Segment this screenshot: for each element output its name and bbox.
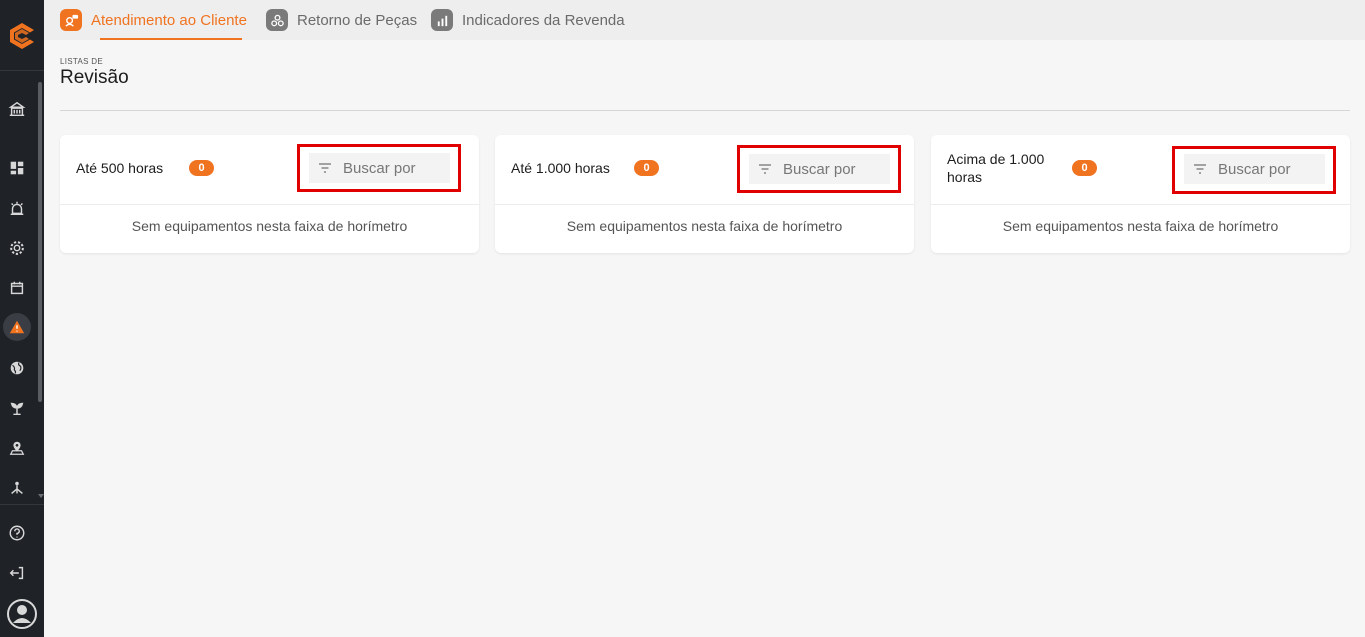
card-header: Acima de 1.000 horas 0 [931, 135, 1350, 205]
sidebar-scrollbar[interactable] [38, 82, 42, 402]
customer-service-icon [60, 9, 82, 31]
search-input[interactable] [783, 160, 883, 178]
scroll-down-icon[interactable] [38, 494, 44, 498]
card-acima-de-1000-horas: Acima de 1.000 horas 0 Sem equipamentos … [931, 135, 1350, 253]
search-highlight [1172, 146, 1336, 194]
count-badge: 0 [189, 160, 214, 176]
dashboard-icon[interactable] [7, 158, 27, 178]
empty-message: Sem equipamentos nesta faixa de horímetr… [566, 218, 843, 234]
help-icon[interactable] [7, 523, 27, 543]
active-tab-indicator [100, 38, 242, 40]
location-icon[interactable] [7, 438, 27, 458]
tab-bar: Atendimento ao Cliente Retorno de Peças … [44, 0, 1365, 40]
filter-icon [1194, 164, 1206, 174]
page-title: Revisão [60, 67, 129, 88]
count-badge: 0 [1072, 160, 1097, 176]
empty-message: Sem equipamentos nesta faixa de horímetr… [1002, 218, 1279, 234]
count-badge: 0 [634, 160, 659, 176]
warning-icon[interactable] [3, 313, 31, 341]
card-title-line: horas [947, 169, 983, 185]
card-ate-500-horas: Até 500 horas 0 Sem equipamentos nesta f… [60, 135, 479, 253]
plant-icon[interactable] [7, 398, 27, 418]
brand-logo-icon[interactable] [6, 20, 38, 52]
search-input[interactable] [1218, 160, 1318, 178]
tab-indicadores-da-revenda[interactable]: Indicadores da Revenda [431, 8, 625, 32]
page-subtitle: LISTAS DE [60, 57, 104, 66]
header-divider [60, 110, 1350, 111]
card-header: Até 1.000 horas 0 [495, 135, 914, 205]
bar-chart-icon [431, 9, 453, 31]
search-field[interactable] [309, 153, 450, 183]
sidebar [0, 0, 44, 637]
filter-icon [759, 164, 771, 174]
user-avatar-icon[interactable] [6, 598, 38, 630]
card-title: Até 1.000 horas [511, 160, 610, 176]
calendar-icon[interactable] [7, 278, 27, 298]
parts-return-icon [266, 9, 288, 31]
tab-atendimento-ao-cliente[interactable]: Atendimento ao Cliente [60, 8, 247, 32]
settings-icon[interactable] [7, 238, 27, 258]
alarm-icon[interactable] [7, 198, 27, 218]
card-title-line: Acima de 1.000 [947, 151, 1045, 167]
search-field[interactable] [749, 154, 890, 184]
search-highlight [737, 145, 901, 193]
card-header: Até 500 horas 0 [60, 135, 479, 205]
hierarchy-icon[interactable] [7, 478, 27, 498]
dealership-icon[interactable] [7, 99, 27, 119]
sidebar-divider [0, 504, 44, 505]
filter-icon [319, 163, 331, 173]
card-title: Acima de 1.000 horas [947, 150, 1044, 186]
empty-message: Sem equipamentos nesta faixa de horímetr… [131, 218, 408, 234]
search-field[interactable] [1184, 154, 1325, 184]
card-title: Até 500 horas [76, 160, 164, 176]
search-highlight [297, 144, 461, 192]
tab-label: Indicadores da Revenda [462, 11, 625, 29]
globe-icon[interactable] [7, 358, 27, 378]
tab-label: Retorno de Peças [297, 11, 418, 29]
tab-retorno-de-pecas[interactable]: Retorno de Peças [266, 8, 417, 32]
card-ate-1000-horas: Até 1.000 horas 0 Sem equipamentos nesta… [495, 135, 914, 253]
logout-icon[interactable] [7, 563, 27, 583]
tab-label: Atendimento ao Cliente [91, 11, 247, 29]
sidebar-divider [0, 70, 44, 71]
search-input[interactable] [343, 159, 443, 177]
